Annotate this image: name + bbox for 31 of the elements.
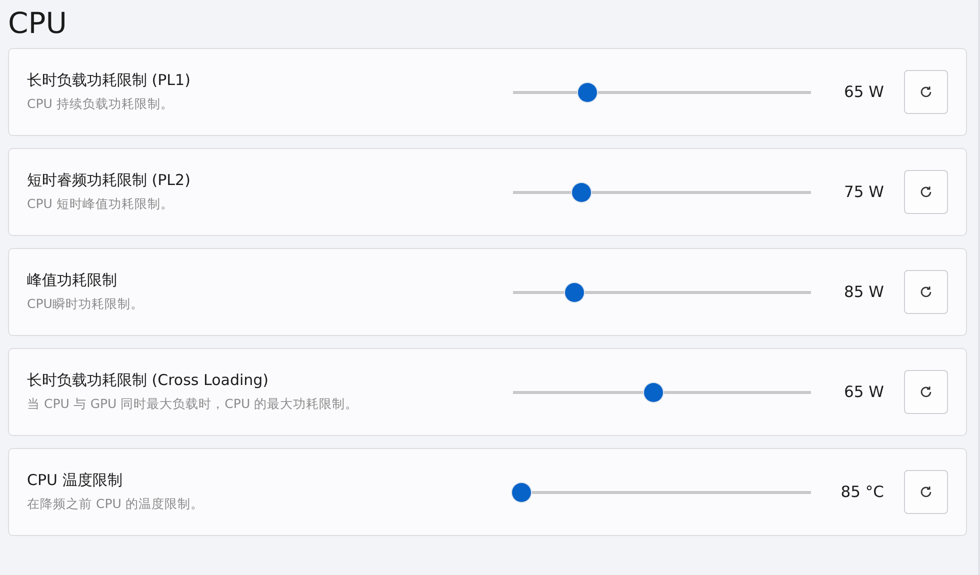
reset-icon bbox=[919, 85, 933, 99]
reset-button[interactable] bbox=[904, 270, 948, 314]
slider-thumb[interactable] bbox=[578, 82, 597, 102]
setting-description: CPU瞬时功耗限制。 bbox=[27, 296, 144, 313]
setting-title: 长时负载功耗限制 (Cross Loading) bbox=[27, 371, 270, 390]
reset-button[interactable] bbox=[904, 470, 948, 514]
setting-value: 75 W bbox=[843, 183, 884, 201]
setting-title: 短时睿频功耗限制 (PL2) bbox=[27, 171, 192, 190]
setting-title: CPU 温度限制 bbox=[27, 471, 124, 490]
reset-icon bbox=[919, 385, 933, 399]
setting-value: 85 °C bbox=[840, 483, 884, 501]
setting-description: CPU 持续负载功耗限制。 bbox=[27, 96, 174, 113]
reset-button[interactable] bbox=[904, 170, 948, 214]
reset-icon bbox=[919, 285, 933, 299]
reset-icon bbox=[919, 485, 933, 499]
slider-thumb[interactable] bbox=[644, 382, 663, 402]
setting-description: 在降频之前 CPU 的温度限制。 bbox=[27, 496, 204, 513]
setting-title: 长时负载功耗限制 (PL1) bbox=[27, 71, 192, 90]
reset-icon bbox=[919, 185, 933, 199]
slider-thumb[interactable] bbox=[564, 282, 584, 302]
slider-thumb[interactable] bbox=[512, 482, 532, 502]
reset-button[interactable] bbox=[904, 370, 948, 414]
setting-value: 65 W bbox=[843, 83, 884, 101]
setting-title: 峰值功耗限制 bbox=[27, 271, 118, 290]
setting-description: CPU 短时峰值功耗限制。 bbox=[27, 196, 174, 213]
slider-thumb[interactable] bbox=[572, 182, 592, 202]
section-title: CPU bbox=[8, 5, 68, 42]
reset-button[interactable] bbox=[904, 70, 948, 114]
setting-value: 65 W bbox=[843, 383, 884, 401]
setting-value: 85 W bbox=[843, 283, 884, 301]
setting-description: 当 CPU 与 GPU 同时最大负载时，CPU 的最大功耗限制。 bbox=[27, 396, 360, 413]
